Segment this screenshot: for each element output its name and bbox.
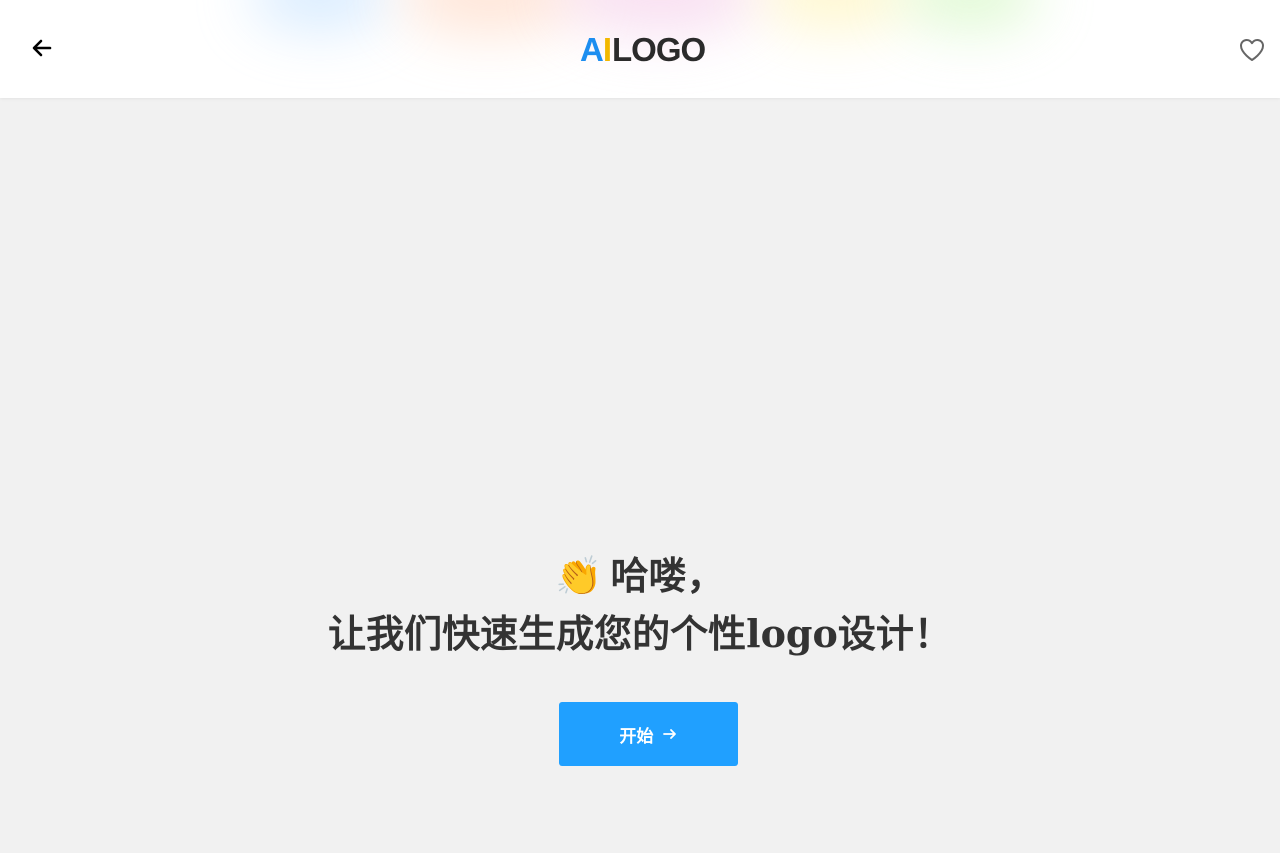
start-button-label: 开始 — [619, 726, 654, 747]
logo-letter-i: I — [602, 31, 612, 68]
top-header: A I LOGO — [0, 0, 1280, 98]
arrow-right-icon — [662, 726, 678, 742]
greeting-line: 👏 哈喽， — [0, 548, 1280, 604]
header-glow — [760, 0, 910, 30]
header-glow — [900, 0, 1040, 30]
heart-outline-icon — [1240, 39, 1264, 61]
logo-word-logo: LOGO — [612, 31, 706, 68]
start-button[interactable]: 开始 — [559, 702, 738, 766]
hero-subtitle: 让我们快速生成您的个性logo设计！ — [328, 611, 952, 656]
logo-letter-a: A — [580, 31, 604, 68]
favorite-button[interactable] — [1234, 33, 1270, 67]
app-logo[interactable]: A I LOGO — [580, 30, 706, 70]
header-glow — [250, 0, 390, 30]
back-button[interactable] — [26, 32, 58, 64]
arrow-left-icon — [32, 39, 52, 57]
hero-section: 👏 哈喽， 让我们快速生成您的个性logo设计！ — [0, 548, 1280, 662]
clapping-hands-icon: 👏 — [555, 554, 603, 598]
header-glow — [400, 0, 580, 35]
greeting-text: 哈喽， — [610, 553, 725, 598]
